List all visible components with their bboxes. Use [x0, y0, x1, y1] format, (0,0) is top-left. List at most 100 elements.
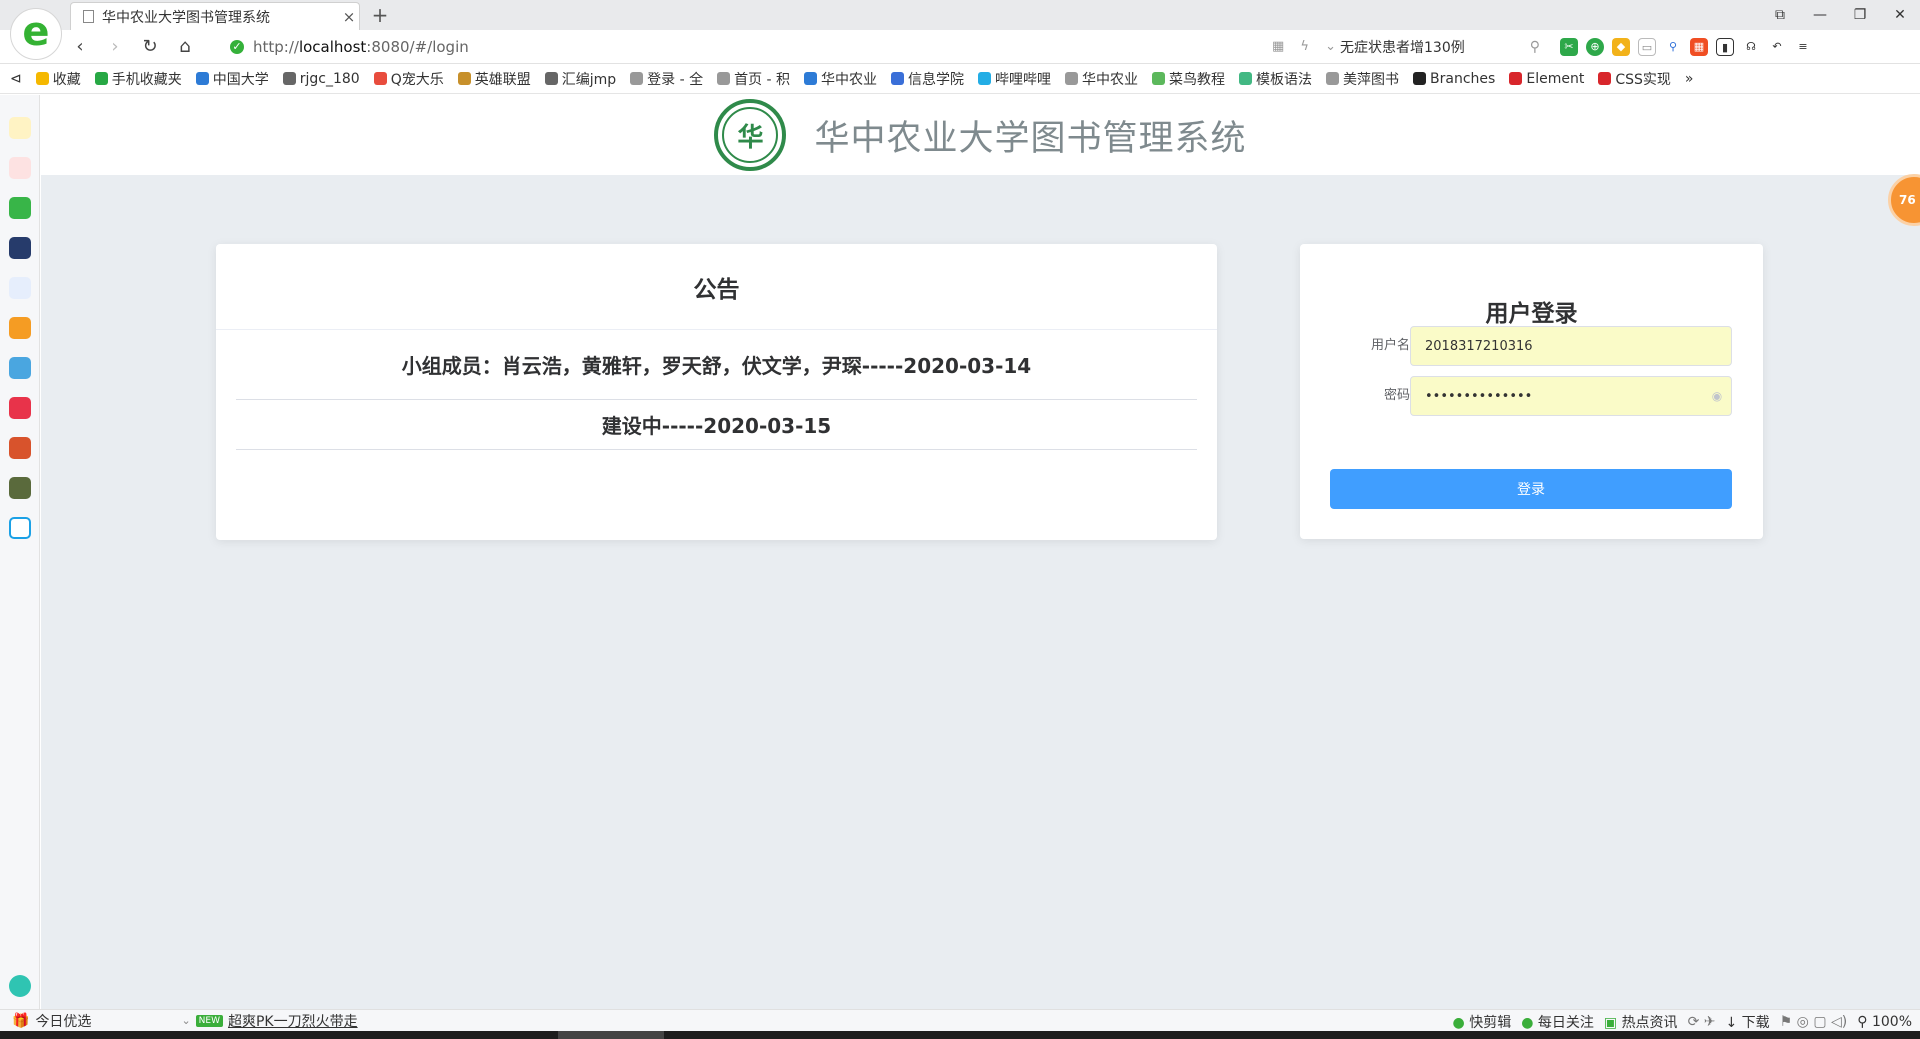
bookmark-favicon-icon — [1065, 72, 1079, 85]
bookmark-favicon-icon — [457, 72, 471, 85]
skin-button[interactable]: ⧉ — [1760, 0, 1800, 30]
bookmark-label: 哔哩哔哩 — [995, 71, 1052, 88]
bookmark-favicon-icon — [195, 72, 209, 85]
status-tools-icons-2[interactable]: ⚑ ◎ ▢ ◁) — [1780, 1014, 1848, 1030]
undo-icon[interactable]: ↶ — [1768, 38, 1786, 56]
show-password-eye-icon[interactable]: ◉ — [1709, 388, 1725, 404]
bookmark-label: Element — [1526, 70, 1585, 87]
bookmark-item[interactable]: 登录 - 全 — [630, 69, 703, 89]
add-app-icon[interactable] — [9, 975, 31, 997]
restore-button[interactable]: ❐ — [1840, 0, 1880, 30]
game-app-icon-3[interactable] — [9, 477, 31, 499]
bookmark-item[interactable]: 首页 - 积 — [717, 69, 790, 89]
zoom-level[interactable]: ⚲ 100% — [1857, 1014, 1912, 1030]
address-bar[interactable]: ✓ http://localhost:8080/#/login — [230, 34, 1325, 60]
game-app-icon[interactable] — [9, 357, 31, 379]
bookmark-item[interactable]: 哔哩哔哩 — [978, 69, 1051, 89]
reload-button[interactable]: ↻ — [138, 35, 162, 59]
promo-link[interactable]: 超爽PK一刀烈火带走 — [228, 1011, 358, 1031]
daily-follow-link[interactable]: ● 每日关注 — [1521, 1012, 1594, 1032]
weibo-icon[interactable] — [9, 157, 31, 179]
taskbar-strip — [0, 1031, 1920, 1039]
bookmark-item[interactable]: 汇编jmp — [544, 69, 617, 89]
bookmark-label: Q宠大乐 — [390, 71, 444, 88]
home-button[interactable]: ⌂ — [173, 35, 197, 59]
bookmark-item[interactable]: Element — [1509, 71, 1584, 87]
bookmark-item[interactable]: 华中农业 — [804, 69, 877, 89]
bookmark-favicon-icon — [1509, 72, 1523, 85]
bookmark-label: 模板语法 — [1256, 71, 1313, 88]
taskbar-item[interactable] — [558, 1031, 664, 1039]
bookmark-item[interactable]: Q宠大乐 — [373, 69, 444, 89]
username-label: 用户名 — [1370, 338, 1410, 353]
mail-icon[interactable] — [9, 197, 31, 219]
bookmark-item[interactable]: 信息学院 — [891, 69, 964, 89]
username-field[interactable] — [1410, 326, 1732, 366]
status-tools-icons[interactable]: ⟳ ✈ — [1688, 1014, 1716, 1030]
url-text[interactable]: http://localhost:8080/#/login — [253, 38, 469, 56]
news-search-box[interactable]: 无症状患者增130例 ⚲ — [1340, 34, 1540, 60]
favorites-star-icon[interactable] — [9, 117, 31, 139]
search-icon[interactable]: ⚲ — [1530, 39, 1540, 55]
forward-button[interactable]: › — [103, 35, 127, 59]
bookmark-favicon-icon — [804, 72, 818, 85]
bookmark-item[interactable]: 华中农业 — [1065, 69, 1138, 89]
bookmark-item[interactable]: 英雄联盟 — [457, 69, 531, 89]
bookmarks-collapse-icon[interactable]: ⊲ — [10, 71, 22, 87]
screenshot-icon[interactable]: ▭ — [1638, 38, 1656, 56]
bookmark-item[interactable]: CSS实现 — [1598, 69, 1671, 89]
expand-icon[interactable]: ⌄ — [181, 1014, 190, 1027]
minimize-button[interactable]: — — [1800, 0, 1840, 30]
bookmark-item[interactable]: 手机收藏夹 — [94, 69, 182, 89]
quick-edit-link[interactable]: ● 快剪辑 — [1453, 1012, 1512, 1032]
bookmark-item[interactable]: 收藏 — [35, 69, 81, 89]
address-tools-icons[interactable]: ▦ ϟ ⌄ — [1272, 39, 1342, 54]
scissors-icon[interactable]: ✂ — [1560, 38, 1578, 56]
back-button[interactable]: ‹ — [68, 35, 92, 59]
bookmark-label: Branches — [1430, 70, 1496, 87]
login-button[interactable]: 登录 — [1330, 469, 1732, 509]
browser-logo-icon[interactable]: e — [10, 8, 62, 60]
bookmark-item[interactable]: rjgc_180 — [282, 71, 360, 87]
download-link[interactable]: ↓ 下载 — [1725, 1012, 1769, 1032]
new-tab-button[interactable]: + — [368, 3, 392, 27]
hot-news-link[interactable]: ▣ 热点资讯 — [1604, 1012, 1678, 1032]
browser-tab[interactable]: 华中农业大学图书管理系统 × — [70, 2, 360, 30]
today-picks-link[interactable]: 今日优选 — [35, 1011, 91, 1031]
bookmark-label: 美萍图书 — [1343, 71, 1400, 88]
bookmark-item[interactable]: 菜鸟教程 — [1152, 69, 1225, 89]
close-window-button[interactable]: ✕ — [1880, 0, 1920, 30]
magnifier-icon[interactable]: ⚲ — [1664, 38, 1682, 56]
bookmark-label: 华中农业 — [821, 71, 878, 88]
shield-icon[interactable]: ◆ — [1612, 38, 1630, 56]
novel-app-icon[interactable] — [9, 317, 31, 339]
apps-grid-icon[interactable]: ▦ — [1690, 38, 1708, 56]
bookmark-item[interactable]: 模板语法 — [1239, 69, 1312, 89]
password-field[interactable] — [1410, 376, 1732, 416]
shopping-app-icon[interactable] — [9, 397, 31, 419]
tab-close-icon[interactable]: × — [339, 8, 359, 26]
bookmark-label: 汇编jmp — [561, 71, 617, 88]
green-circle-icon[interactable]: ⊕ — [1586, 38, 1604, 56]
game-app-icon-2[interactable] — [9, 437, 31, 459]
news-app-icon[interactable] — [9, 237, 31, 259]
bookmark-favicon-icon — [978, 72, 992, 85]
bookmark-favicon-icon — [1326, 72, 1340, 85]
bookmarks-more-icon[interactable]: » — [1685, 71, 1694, 87]
bookmark-favicon-icon — [630, 72, 644, 85]
bookmark-favicon-icon — [717, 72, 731, 85]
bookmark-label: 信息学院 — [908, 71, 965, 88]
menu-icon[interactable]: ≡ — [1794, 38, 1812, 56]
password-row: 密码 ◉ — [1300, 376, 1763, 416]
login-card: 用户登录 用户名 密码 ◉ 登录 — [1300, 244, 1763, 539]
document-icon[interactable] — [9, 277, 31, 299]
bookmarks-bar: ⊲ 收藏 手机收藏夹 中国大学 rjgc_180 Q宠大乐 英雄联盟 汇编jmp 登录 - 全… — [0, 64, 1920, 94]
floating-badge[interactable]: 76 — [1888, 174, 1920, 226]
battery-icon[interactable]: ▮ — [1716, 38, 1734, 56]
bookmark-item[interactable]: 美萍图书 — [1326, 69, 1399, 89]
headphones-icon[interactable]: ☊ — [1742, 38, 1760, 56]
bookmark-item[interactable]: Branches — [1413, 71, 1495, 87]
pp-app-icon[interactable] — [9, 517, 31, 539]
bookmark-item[interactable]: 中国大学 — [195, 69, 269, 89]
site-header: 华 华中农业大学图书管理系统 — [41, 95, 1920, 175]
